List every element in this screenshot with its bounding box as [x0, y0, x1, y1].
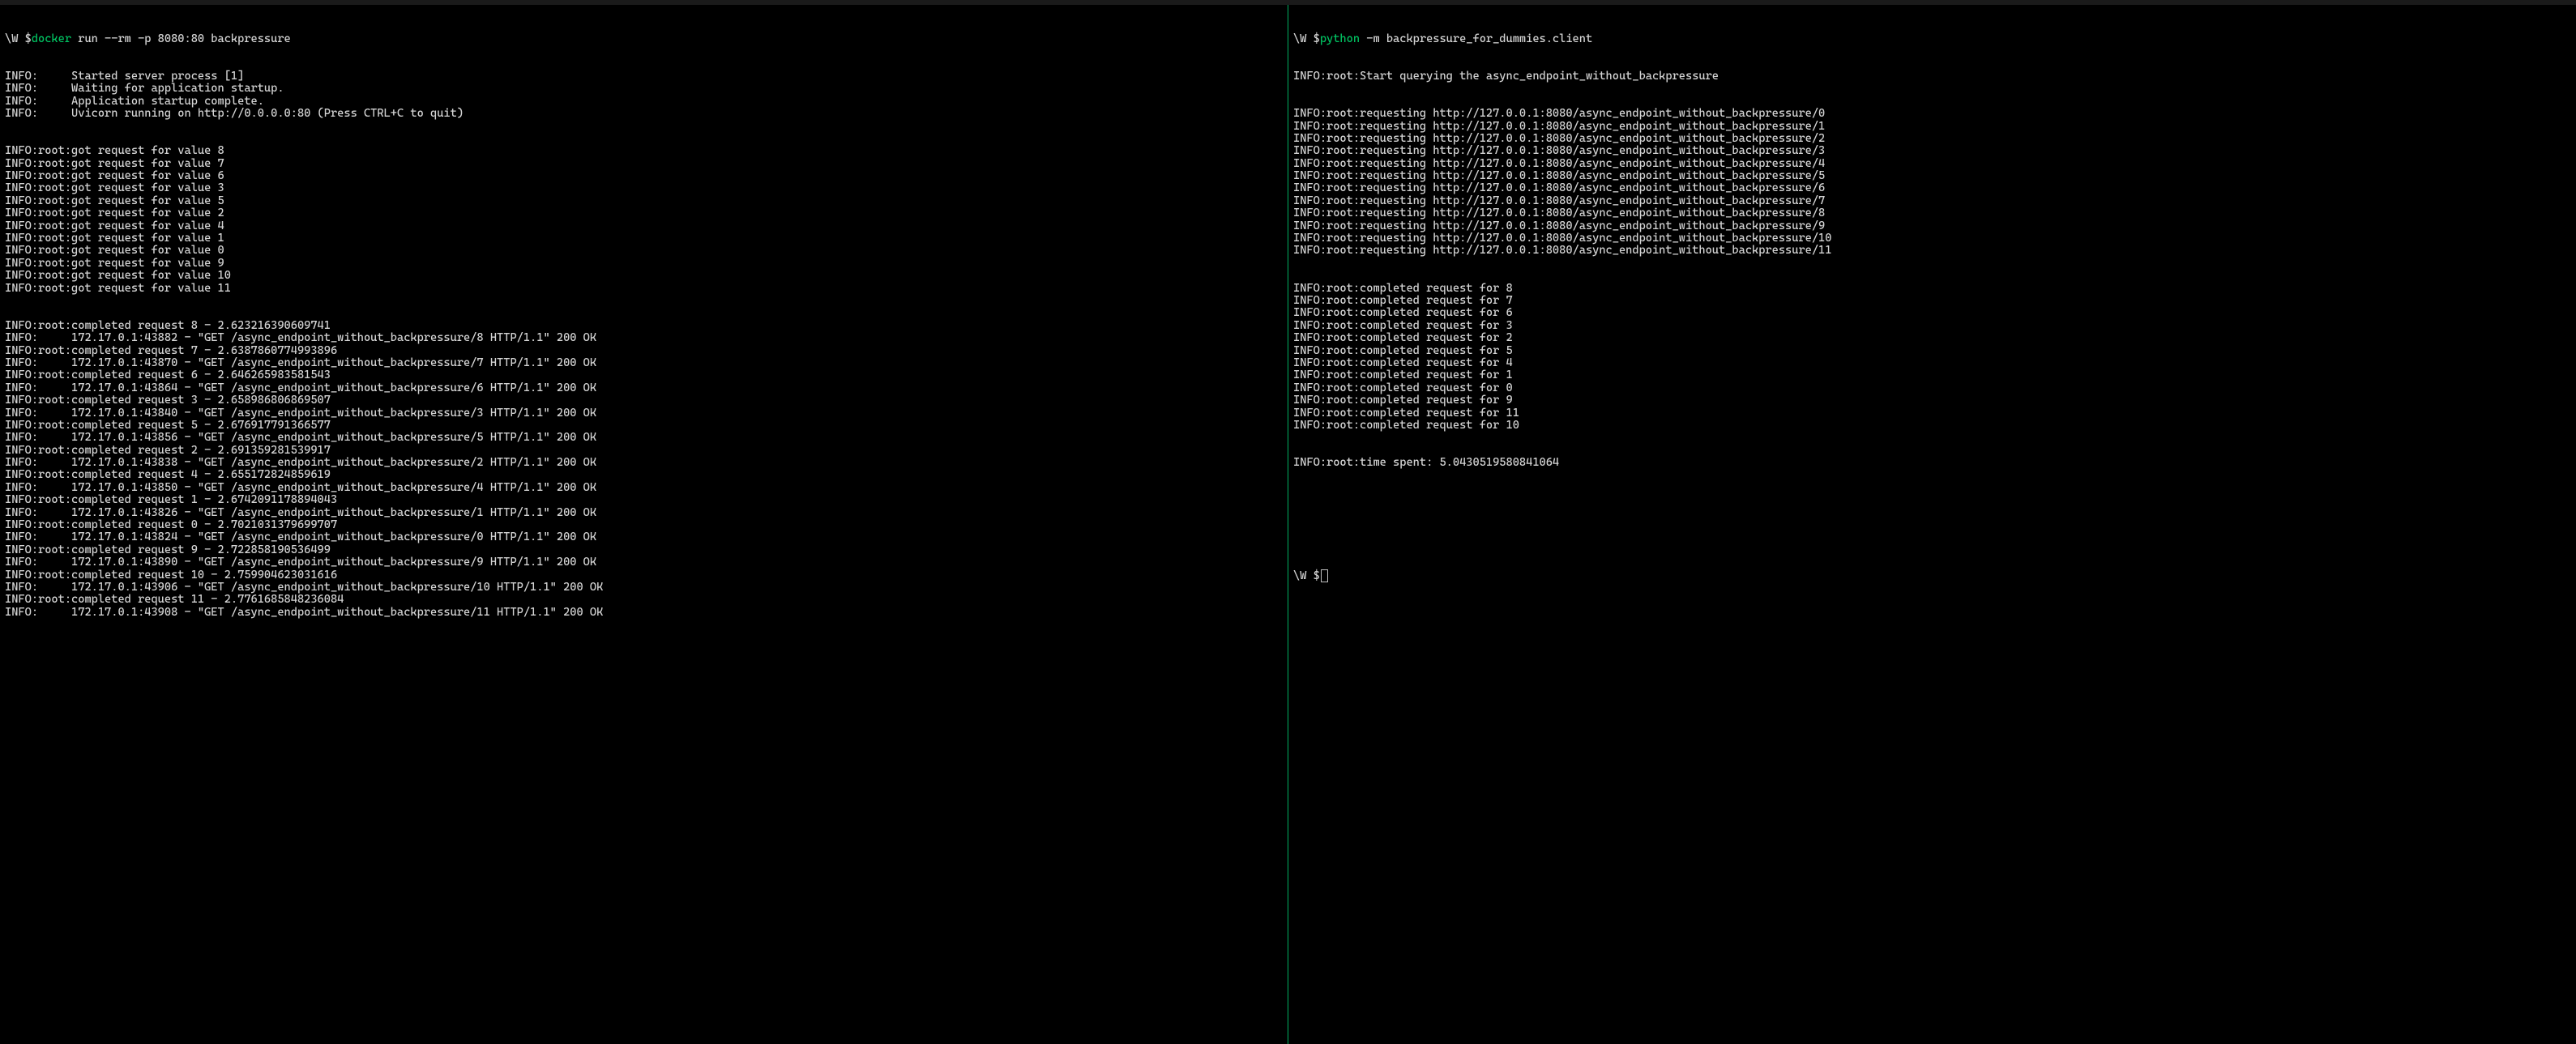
log-line: INFO: 172.17.0.1:43838 - "GET /async_end… [5, 457, 1283, 469]
command-binary: python [1320, 32, 1360, 45]
log-line: INFO:root:got request for value 10 [5, 270, 1283, 282]
log-line: INFO: 172.17.0.1:43850 - "GET /async_end… [5, 482, 1283, 494]
command-args: -m backpressure_for_dummies.client [1360, 32, 1592, 45]
log-line: INFO:root:got request for value 1 [5, 232, 1283, 245]
log-line: INFO:root:completed request 9 - 2.722858… [5, 544, 1283, 556]
terminal-app: \W $docker run --rm -p 8080:80 backpress… [0, 0, 2576, 1044]
log-line: INFO:root:completed request for 2 [1293, 332, 2571, 344]
log-line: INFO:root:completed request for 7 [1293, 295, 2571, 307]
log-line: INFO:root:completed request 5 - 2.676917… [5, 420, 1283, 432]
prompt-prefix: \W $ [1293, 569, 1320, 582]
log-line: INFO:root:requesting http://127.0.0.1:80… [1293, 133, 2571, 145]
prompt-line: \W $docker run --rm -p 8080:80 backpress… [5, 33, 1283, 45]
idle-prompt-line[interactable]: \W $ [1293, 569, 2571, 582]
log-line: INFO:root:requesting http://127.0.0.1:80… [1293, 158, 2571, 170]
log-line: INFO:root:got request for value 2 [5, 207, 1283, 219]
log-line: INFO:root:got request for value 8 [5, 145, 1283, 157]
log-line: INFO:root:completed request for 6 [1293, 307, 2571, 319]
log-line: INFO:root:requesting http://127.0.0.1:80… [1293, 195, 2571, 207]
log-line: INFO:root:requesting http://127.0.0.1:80… [1293, 220, 2571, 232]
log-line: INFO:root:got request for value 6 [5, 170, 1283, 182]
log-line: INFO: 172.17.0.1:43890 - "GET /async_end… [5, 556, 1283, 569]
log-line: INFO:root:got request for value 0 [5, 245, 1283, 257]
log-line: INFO: 172.17.0.1:43840 - "GET /async_end… [5, 407, 1283, 420]
log-line: INFO:root:completed request for 10 [1293, 420, 2571, 432]
prompt-prefix: \W $ [5, 32, 32, 45]
log-line: INFO:root:completed request for 0 [1293, 382, 2571, 394]
log-line: INFO: 172.17.0.1:43826 - "GET /async_end… [5, 507, 1283, 519]
log-line: INFO:root:completed request 11 - 2.77616… [5, 594, 1283, 606]
log-line: INFO:root:got request for value 4 [5, 220, 1283, 232]
log-line: INFO: Application startup complete. [5, 96, 1283, 108]
log-line: INFO:root:completed request 3 - 2.658986… [5, 394, 1283, 407]
log-line: INFO:root:completed request for 9 [1293, 394, 2571, 407]
split-panes: \W $docker run --rm -p 8080:80 backpress… [0, 5, 2576, 1044]
client-start-line: INFO:root:Start querying the async_endpo… [1293, 70, 2571, 83]
prompt-prefix: \W $ [1293, 32, 1320, 45]
log-line: INFO:root:requesting http://127.0.0.1:80… [1293, 245, 2571, 257]
prompt-line: \W $python -m backpressure_for_dummies.c… [1293, 33, 2571, 45]
server-completed-log: INFO:root:completed request 8 - 2.623216… [5, 320, 1283, 619]
log-line: INFO:root:requesting http://127.0.0.1:80… [1293, 182, 2571, 194]
log-line: INFO:root:got request for value 11 [5, 283, 1283, 295]
log-line: INFO:root:completed request 8 - 2.623216… [5, 320, 1283, 332]
log-line: INFO: 172.17.0.1:43906 - "GET /async_end… [5, 582, 1283, 594]
log-line: INFO:root:completed request 4 - 2.655172… [5, 469, 1283, 481]
log-line: INFO: Uvicorn running on http://0.0.0.0:… [5, 108, 1283, 120]
terminal-pane-left[interactable]: \W $docker run --rm -p 8080:80 backpress… [0, 5, 1288, 1044]
log-line: INFO:root:completed request 2 - 2.691359… [5, 445, 1283, 457]
log-line: INFO: 172.17.0.1:43882 - "GET /async_end… [5, 332, 1283, 344]
log-line: INFO:root:completed request for 11 [1293, 407, 2571, 420]
blank-line [1293, 494, 2571, 506]
log-line: INFO:root:completed request for 5 [1293, 345, 2571, 357]
log-line: INFO:root:completed request for 1 [1293, 369, 2571, 381]
log-line: INFO:root:completed request for 4 [1293, 357, 2571, 369]
command-binary: docker [32, 32, 71, 45]
log-line: INFO:root:completed request 6 - 2.646265… [5, 369, 1283, 381]
log-line: INFO:root:requesting http://127.0.0.1:80… [1293, 145, 2571, 157]
log-line: INFO:root:completed request 7 - 2.638786… [5, 345, 1283, 357]
log-line: INFO: Waiting for application startup. [5, 83, 1283, 95]
log-line: INFO: 172.17.0.1:43908 - "GET /async_end… [5, 607, 1283, 619]
cursor-icon [1321, 569, 1328, 582]
client-time-spent: INFO:root:time spent: 5.0430519580841064 [1293, 457, 2571, 469]
terminal-pane-right[interactable]: \W $python -m backpressure_for_dummies.c… [1288, 5, 2576, 1044]
server-got-request-log: INFO:root:got request for value 8INFO:ro… [5, 145, 1283, 295]
log-line: INFO:root:requesting http://127.0.0.1:80… [1293, 121, 2571, 133]
client-completed-log: INFO:root:completed request for 8INFO:ro… [1293, 283, 2571, 433]
log-line: INFO:root:completed request 1 - 2.674209… [5, 494, 1283, 506]
log-line: INFO:root:completed request for 8 [1293, 283, 2571, 295]
log-line: INFO: 172.17.0.1:43864 - "GET /async_end… [5, 382, 1283, 394]
log-line: INFO: 172.17.0.1:43870 - "GET /async_end… [5, 357, 1283, 369]
log-line: INFO:root:requesting http://127.0.0.1:80… [1293, 207, 2571, 219]
log-line: INFO: Started server process [1] [5, 70, 1283, 83]
log-line: INFO:root:got request for value 7 [5, 158, 1283, 170]
blank-line [1293, 531, 2571, 543]
server-startup-log: INFO: Started server process [1]INFO: Wa… [5, 70, 1283, 121]
log-line: INFO: 172.17.0.1:43856 - "GET /async_end… [5, 432, 1283, 444]
log-line: INFO:root:got request for value 9 [5, 258, 1283, 270]
log-line: INFO: 172.17.0.1:43824 - "GET /async_end… [5, 531, 1283, 543]
log-line: INFO:root:got request for value 3 [5, 182, 1283, 194]
command-args: run --rm -p 8080:80 backpressure [71, 32, 291, 45]
log-line: INFO:root:got request for value 5 [5, 195, 1283, 207]
log-line: INFO:root:completed request for 3 [1293, 320, 2571, 332]
log-line: INFO:root:requesting http://127.0.0.1:80… [1293, 108, 2571, 120]
client-requesting-log: INFO:root:requesting http://127.0.0.1:80… [1293, 108, 2571, 258]
log-line: INFO:root:completed request 10 - 2.75990… [5, 569, 1283, 582]
